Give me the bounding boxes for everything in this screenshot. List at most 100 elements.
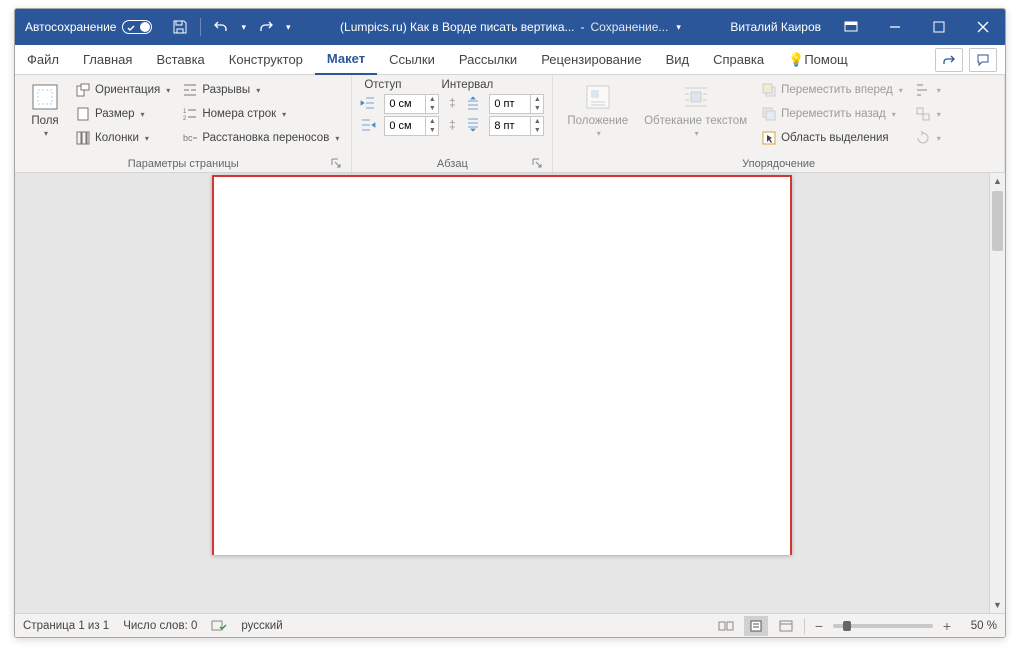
spacing-before-icon: [465, 96, 483, 112]
indent-right-input[interactable]: [385, 120, 425, 132]
qat-customize-icon[interactable]: ▾: [284, 22, 293, 33]
group-objects-icon: [915, 106, 931, 122]
web-layout-icon[interactable]: [774, 616, 798, 636]
columns-icon: [75, 130, 91, 146]
spacing-before-spinner[interactable]: ▲▼: [489, 94, 544, 114]
save-icon[interactable]: [170, 17, 190, 37]
spacing-after-input[interactable]: [490, 120, 530, 132]
tab-view[interactable]: Вид: [654, 45, 702, 75]
zoom-slider[interactable]: [833, 624, 933, 628]
tab-references[interactable]: Ссылки: [377, 45, 447, 75]
paragraph-launcher-icon[interactable]: [532, 158, 544, 170]
comments-icon[interactable]: [969, 48, 997, 72]
selection-pane-button[interactable]: Область выделения: [757, 127, 907, 149]
word-window: Автосохранение ▾ ▾ (Lumpics.ru) Как в Во…: [14, 8, 1006, 638]
line-numbers-button[interactable]: 12Номера строк▾: [178, 103, 343, 125]
ribbon-display-icon[interactable]: [829, 9, 873, 45]
maximize-icon[interactable]: [917, 9, 961, 45]
autosave-toggle[interactable]: [122, 20, 152, 34]
orientation-icon: [75, 82, 91, 98]
print-layout-icon[interactable]: [744, 616, 768, 636]
page-setup-launcher-icon[interactable]: [331, 158, 343, 170]
margins-button[interactable]: Поля ▾: [23, 79, 67, 140]
ribbon-tabs: Файл Главная Вставка Конструктор Макет С…: [15, 45, 1005, 75]
align-button[interactable]: ▾: [911, 79, 945, 101]
page-indicator[interactable]: Страница 1 из 1: [23, 620, 109, 632]
indent-left-icon: [360, 96, 378, 112]
share-icon[interactable]: [935, 48, 963, 72]
tab-layout[interactable]: Макет: [315, 45, 377, 75]
minimize-icon[interactable]: [873, 9, 917, 45]
scroll-down-icon[interactable]: ▼: [990, 597, 1005, 613]
zoom-out-button[interactable]: −: [811, 618, 827, 634]
wrap-text-button[interactable]: Обтекание текстом▾: [638, 79, 753, 140]
read-mode-icon[interactable]: [714, 616, 738, 636]
breaks-button[interactable]: Разрывы▾: [178, 79, 343, 101]
undo-dropdown-icon[interactable]: ▾: [239, 22, 248, 33]
rotate-icon: [915, 130, 931, 146]
hyphenation-icon: bc: [182, 130, 198, 146]
zoom-level[interactable]: 50 %: [961, 620, 997, 632]
spin-up-icon[interactable]: ▲: [426, 95, 438, 104]
undo-icon[interactable]: [211, 17, 231, 37]
tab-assist[interactable]: 💡 Помощ: [776, 45, 860, 75]
scroll-up-icon[interactable]: ▲: [990, 173, 1005, 189]
word-count[interactable]: Число слов: 0: [123, 620, 197, 632]
spellcheck-icon[interactable]: [211, 619, 227, 633]
send-backward-button[interactable]: Переместить назад▾: [757, 103, 907, 125]
spacing-after-spinner[interactable]: ▲▼: [489, 116, 544, 136]
document-canvas[interactable]: [15, 173, 989, 613]
zoom-in-button[interactable]: +: [939, 618, 955, 634]
scrollbar-thumb[interactable]: [992, 191, 1003, 251]
document-page[interactable]: [212, 175, 792, 555]
window-controls: [829, 9, 1005, 45]
spacing-after-icon: [465, 118, 483, 134]
rotate-button[interactable]: ▾: [911, 127, 945, 149]
titlebar: Автосохранение ▾ ▾ (Lumpics.ru) Как в Во…: [15, 9, 1005, 45]
spin-down-icon[interactable]: ▼: [426, 104, 438, 113]
hyphenation-button[interactable]: bcРасстановка переносов▾: [178, 127, 343, 149]
group-page-setup: Поля ▾ Ориентация▾ Размер▾ Колонки▾ Разр…: [15, 75, 352, 172]
group-objects-button[interactable]: ▾: [911, 103, 945, 125]
close-icon[interactable]: [961, 9, 1005, 45]
tab-file[interactable]: Файл: [15, 45, 71, 75]
orientation-button[interactable]: Ориентация▾: [71, 79, 174, 101]
redo-icon[interactable]: [256, 17, 276, 37]
document-area: ⌃ ▲ ▼: [15, 173, 1005, 613]
user-name[interactable]: Виталий Каиров: [722, 20, 829, 34]
statusbar: Страница 1 из 1 Число слов: 0 русский − …: [15, 613, 1005, 637]
quick-access-toolbar: ▾ ▾: [162, 17, 300, 37]
size-button[interactable]: Размер▾: [71, 103, 174, 125]
breaks-icon: [182, 82, 198, 98]
indent-header: Отступ: [364, 79, 401, 91]
autosave-section: Автосохранение: [15, 20, 162, 34]
indent-left-spinner[interactable]: ▲▼: [384, 94, 439, 114]
tab-mailings[interactable]: Рассылки: [447, 45, 529, 75]
zoom-slider-thumb[interactable]: [843, 621, 851, 631]
tab-help[interactable]: Справка: [701, 45, 776, 75]
bring-forward-button[interactable]: Переместить вперед▾: [757, 79, 907, 101]
selection-pane-icon: [761, 130, 777, 146]
spacing-before-input[interactable]: [490, 98, 530, 110]
title-text: (Lumpics.ru) Как в Ворде писать вертика.…: [301, 20, 723, 34]
spacing-header: Интервал: [442, 79, 494, 91]
tab-insert[interactable]: Вставка: [144, 45, 216, 75]
title-dropdown-icon[interactable]: ▾: [674, 22, 683, 33]
margins-icon: [29, 81, 61, 113]
page-setup-label: Параметры страницы: [128, 158, 239, 170]
tab-review[interactable]: Рецензирование: [529, 45, 653, 75]
columns-button[interactable]: Колонки▾: [71, 127, 174, 149]
size-icon: [75, 106, 91, 122]
document-title: (Lumpics.ru) Как в Ворде писать вертика.…: [340, 20, 574, 34]
indent-right-spinner[interactable]: ▲▼: [384, 116, 439, 136]
tab-home[interactable]: Главная: [71, 45, 144, 75]
svg-text:1: 1: [183, 109, 187, 115]
group-arrange: Положение▾ Обтекание текстом▾ Переместит…: [553, 75, 1005, 172]
tab-design[interactable]: Конструктор: [217, 45, 315, 75]
indent-left-input[interactable]: [385, 98, 425, 110]
vertical-scrollbar[interactable]: ▲ ▼: [989, 173, 1005, 613]
paragraph-label: Абзац: [437, 158, 468, 170]
position-button[interactable]: Положение▾: [561, 79, 634, 140]
svg-text:2: 2: [183, 116, 187, 122]
language-indicator[interactable]: русский: [241, 620, 282, 632]
